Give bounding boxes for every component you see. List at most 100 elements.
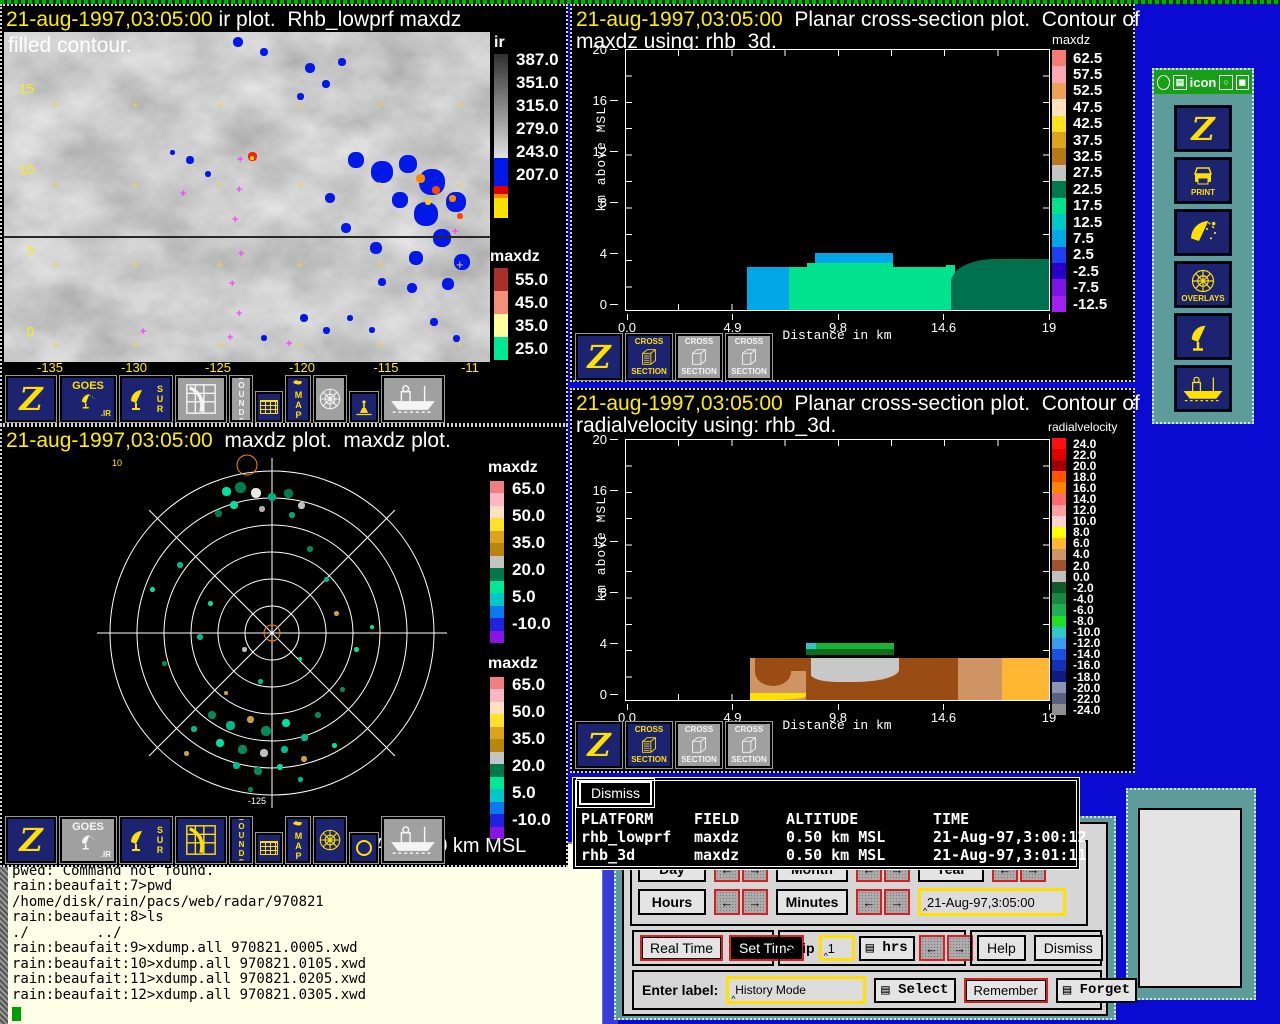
grid-radar-button[interactable] xyxy=(175,375,227,423)
maximize-icon[interactable]: ◼ xyxy=(1235,74,1249,90)
surveillance-button[interactable]: SUR xyxy=(119,816,173,864)
graticule-cross-icon: + xyxy=(132,257,140,272)
world-icon xyxy=(293,821,302,826)
terminal-window[interactable]: rain:beaufait:6>pwedpwed: Command not fo… xyxy=(0,842,618,1024)
buoy-button[interactable] xyxy=(349,391,379,423)
ship-button[interactable] xyxy=(381,816,445,864)
field-info-dialog: Dismiss PLATFORM FIELD ALTITUDE TIME rhb… xyxy=(572,777,1087,870)
print-button[interactable]: PRINT xyxy=(1174,157,1232,204)
colorbar-value: 35.0 xyxy=(512,533,546,552)
hours-decrement-button[interactable]: ← xyxy=(714,889,740,915)
contour-region xyxy=(806,643,816,649)
empty-list-box[interactable] xyxy=(1138,808,1242,988)
overlay-web-icon xyxy=(319,388,341,410)
cross-section-button-active[interactable]: CROSS SECTION xyxy=(625,333,673,381)
forget-menu-button[interactable]: ▤ Forget xyxy=(1055,977,1138,1003)
skip-units-menu[interactable]: ▤ hrs xyxy=(858,935,915,961)
cube-icon xyxy=(642,349,656,365)
graticule-cross-icon: + xyxy=(376,97,384,112)
graticule-cross-icon: + xyxy=(132,97,140,112)
zebra-button[interactable]: Z xyxy=(575,333,623,381)
grid-radar-button[interactable] xyxy=(175,816,227,864)
satellite-button[interactable] xyxy=(1174,209,1232,256)
label-input-field[interactable]: History Mode ^ xyxy=(726,976,867,1004)
radar-echo xyxy=(225,720,235,730)
zebra-button[interactable]: Z xyxy=(5,816,57,864)
overlays-button[interactable] xyxy=(313,375,347,423)
xsec1-plot-area[interactable] xyxy=(625,49,1050,311)
panel-dismiss-button[interactable]: Dismiss xyxy=(1033,935,1103,961)
radar-echo xyxy=(297,776,303,782)
cross-section-button[interactable]: CROSS SECTION xyxy=(675,721,723,769)
buoy-icon xyxy=(356,400,372,416)
radar-button[interactable] xyxy=(1174,313,1232,360)
overlays-button[interactable]: OVERLAYS xyxy=(1174,261,1232,308)
time-display-field[interactable]: 21-Aug-97,3:05:00 ^ xyxy=(918,888,1066,916)
ship-button[interactable] xyxy=(1174,365,1232,412)
circle-button[interactable] xyxy=(349,832,379,864)
goes-ir-button[interactable]: GOES .IR xyxy=(59,375,117,423)
map-button[interactable]: MAP xyxy=(285,816,311,864)
bounds-button[interactable]: BOUNDS xyxy=(229,375,253,423)
window-menu-icon[interactable] xyxy=(1157,74,1171,90)
radar-echo xyxy=(353,646,359,652)
cross-section-button[interactable]: CROSS SECTION xyxy=(725,721,773,769)
radar-echo xyxy=(259,506,265,512)
select-menu-button[interactable]: ▤ Select xyxy=(874,977,956,1003)
graticule-cross-icon: + xyxy=(376,177,384,192)
dismiss-button[interactable]: Dismiss xyxy=(576,778,655,808)
zebra-button[interactable]: Z xyxy=(1174,105,1232,152)
graticule-cross-icon: + xyxy=(456,337,464,352)
zebra-button[interactable]: Z xyxy=(575,721,623,769)
hours-button[interactable]: Hours xyxy=(638,889,706,915)
timestamp: 21-aug-1997,03:05:00 xyxy=(576,8,783,31)
skip-label: Skip xyxy=(785,940,815,956)
minutes-increment-button[interactable]: → xyxy=(884,889,910,915)
x-tick: 4.9 xyxy=(718,314,748,335)
satellite-image[interactable]: + + + + + + + + + + + + + + + + + + + + + + + + + + + + + + + + + + + fil… xyxy=(4,32,490,362)
xsec2-colorbar: 24.0 22.0 20.0 18.0 16.0 14.0 12.0 10.0 8.0 6.0 4.… xyxy=(1052,437,1100,717)
cross-section-button-active[interactable]: CROSS SECTION xyxy=(625,721,673,769)
skip-value-field[interactable]: 1 ^ xyxy=(818,935,855,961)
cross-section-button[interactable]: CROSS SECTION xyxy=(725,333,773,381)
graticule-cross-icon: + xyxy=(296,257,304,272)
colorbar-segment xyxy=(490,481,504,494)
radar-echo xyxy=(214,509,222,517)
grid-radar-icon xyxy=(186,384,216,414)
real-time-button[interactable]: Real Time xyxy=(640,935,724,961)
skip-back-button[interactable]: ← xyxy=(918,935,945,961)
window-doc-icon[interactable]: ▤ xyxy=(1173,74,1187,90)
help-button[interactable]: Help xyxy=(977,935,1026,961)
hours-increment-button[interactable]: → xyxy=(742,889,768,915)
radar-ppi-display[interactable]: 10 -125 xyxy=(4,453,486,823)
surveillance-button[interactable]: SUR xyxy=(119,375,173,423)
terminal-cursor xyxy=(12,1007,21,1021)
overlays-button[interactable] xyxy=(313,816,347,864)
goes-ir-button[interactable]: GOES .IR xyxy=(59,816,117,864)
contour-region xyxy=(788,267,946,310)
graticule-cross-icon: + xyxy=(52,337,60,352)
cross-section-button[interactable]: CROSS SECTION xyxy=(675,333,723,381)
minutes-decrement-button[interactable]: ← xyxy=(856,889,882,915)
minutes-button[interactable]: Minutes xyxy=(776,889,848,915)
skip-forward-button[interactable]: → xyxy=(946,935,973,961)
minimize-icon[interactable]: ○ xyxy=(1219,74,1233,90)
xsec1-colorbar-title: maxdz xyxy=(1052,32,1091,47)
radar-echo xyxy=(297,501,305,509)
small-grid-button[interactable] xyxy=(255,391,283,423)
graticule-cross-icon: + xyxy=(216,97,224,112)
small-grid-button[interactable] xyxy=(255,832,283,864)
ship-button[interactable] xyxy=(381,375,445,423)
zebra-button[interactable]: Z xyxy=(5,375,57,423)
y-tick: 16 xyxy=(593,483,618,498)
terminal-border xyxy=(0,844,8,1024)
cube-icon xyxy=(742,737,756,753)
remember-button[interactable]: Remember xyxy=(963,977,1048,1003)
bounds-button[interactable]: BOUNDS xyxy=(229,816,253,864)
radar-echo xyxy=(241,646,247,652)
xsec2-plot-area[interactable] xyxy=(625,439,1050,701)
ship-icon xyxy=(391,826,435,854)
icon-window-titlebar[interactable]: ▤ icon ○ ◼ xyxy=(1154,70,1252,94)
map-button[interactable]: MAP xyxy=(285,375,311,423)
cube-icon xyxy=(692,349,706,365)
